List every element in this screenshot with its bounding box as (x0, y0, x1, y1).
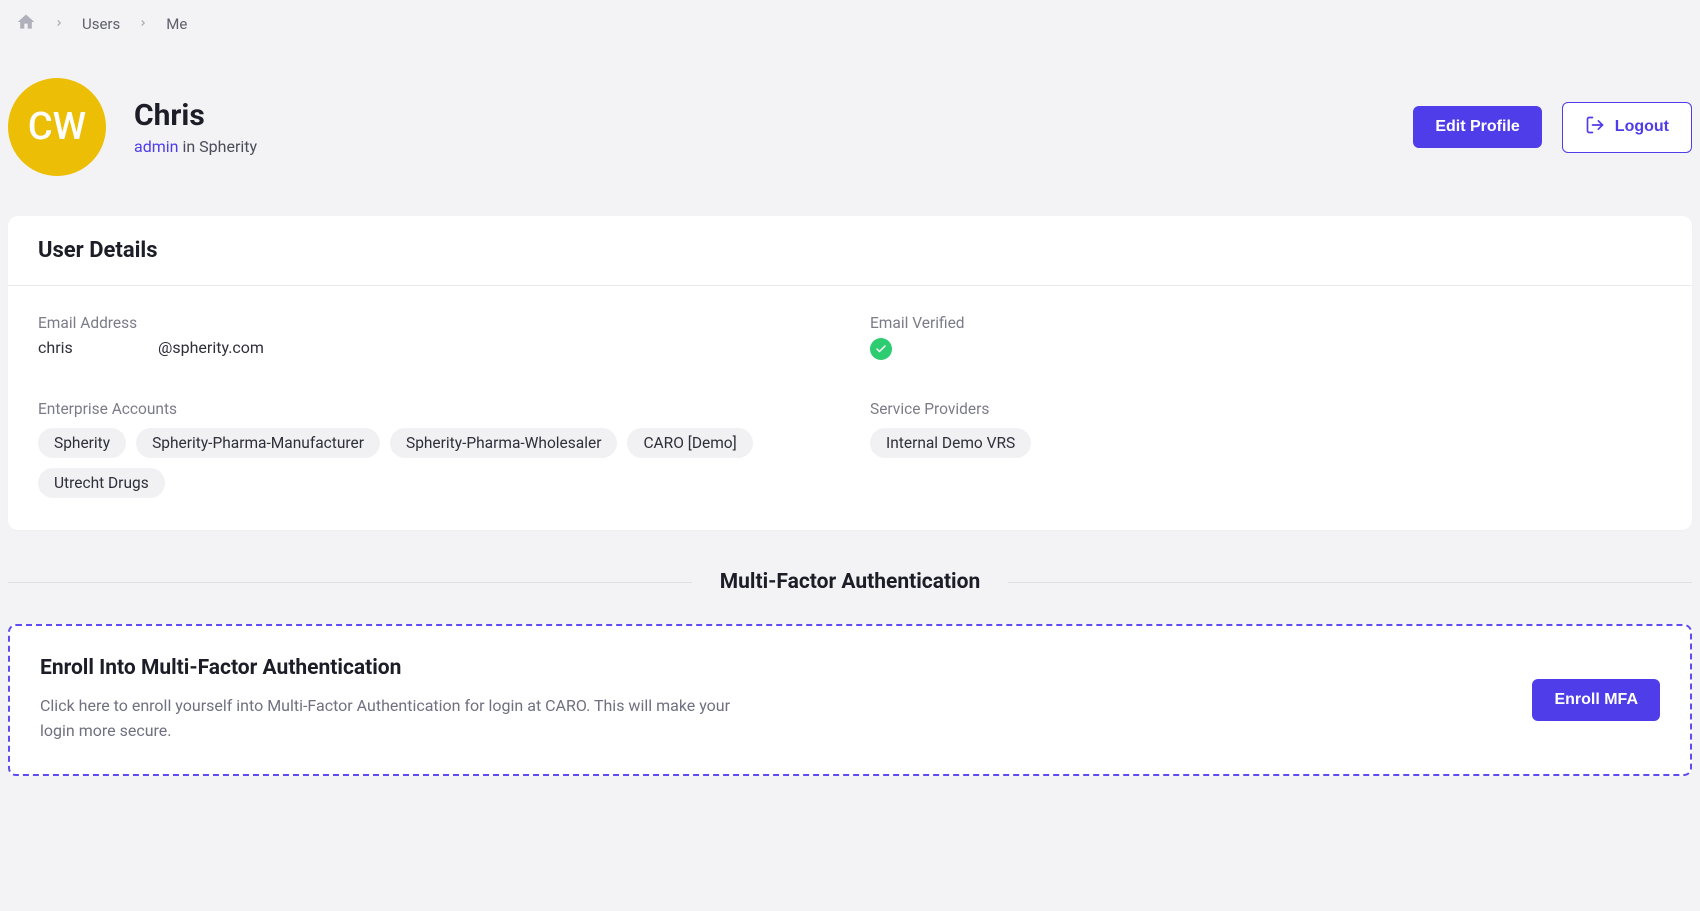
page-title: Chris (134, 98, 257, 133)
enterprise-account-pill: Spherity (38, 428, 126, 458)
email-verified-field: Email Verified (870, 314, 1662, 360)
breadcrumb: Users Me (8, 0, 1692, 48)
enterprise-accounts-label: Enterprise Accounts (38, 400, 830, 418)
edit-profile-button[interactable]: Edit Profile (1413, 106, 1541, 148)
email-verified-label: Email Verified (870, 314, 1662, 332)
email-field: Email Address chris@spherity.com (38, 314, 830, 360)
user-details-card: User Details Email Address chris@spherit… (8, 216, 1692, 530)
logout-button[interactable]: Logout (1562, 102, 1692, 153)
avatar: CW (8, 78, 106, 176)
service-provider-pill: Internal Demo VRS (870, 428, 1031, 458)
enroll-mfa-button[interactable]: Enroll MFA (1532, 679, 1660, 721)
mfa-divider-title: Multi-Factor Authentication (692, 570, 1008, 594)
mfa-enroll-box: Enroll Into Multi-Factor Authentication … (8, 624, 1692, 776)
email-local: chris (38, 338, 158, 357)
checkmark-icon (870, 338, 892, 360)
email-label: Email Address (38, 314, 830, 332)
logout-icon (1585, 115, 1605, 140)
profile-header: CW Chris admin in Spherity Edit Profile … (8, 48, 1692, 216)
chevron-right-icon (54, 16, 64, 32)
mfa-enroll-heading: Enroll Into Multi-Factor Authentication (40, 656, 760, 680)
breadcrumb-item-users[interactable]: Users (82, 15, 120, 33)
home-icon[interactable] (16, 12, 36, 36)
breadcrumb-item-me[interactable]: Me (166, 15, 187, 33)
profile-subtitle: admin in Spherity (134, 137, 257, 156)
profile-org-prefix: in (178, 137, 199, 156)
enterprise-account-pill: Spherity-Pharma-Wholesaler (390, 428, 617, 458)
email-domain: @spherity.com (158, 338, 264, 357)
enterprise-account-pill: Utrecht Drugs (38, 468, 165, 498)
logout-label: Logout (1615, 118, 1669, 136)
chevron-right-icon (138, 16, 148, 32)
service-providers-label: Service Providers (870, 400, 1662, 418)
user-details-heading: User Details (38, 238, 1662, 263)
mfa-enroll-body: Click here to enroll yourself into Multi… (40, 694, 760, 744)
service-providers-field: Service Providers Internal Demo VRS (870, 400, 1662, 498)
enterprise-account-pill: Spherity-Pharma-Manufacturer (136, 428, 380, 458)
profile-org: Spherity (199, 137, 257, 156)
enterprise-accounts-field: Enterprise Accounts Spherity Spherity-Pha… (38, 400, 830, 498)
mfa-section-divider: Multi-Factor Authentication (8, 570, 1692, 594)
profile-role: admin (134, 137, 178, 156)
email-value: chris@spherity.com (38, 338, 830, 357)
enterprise-account-pill: CARO [Demo] (627, 428, 752, 458)
